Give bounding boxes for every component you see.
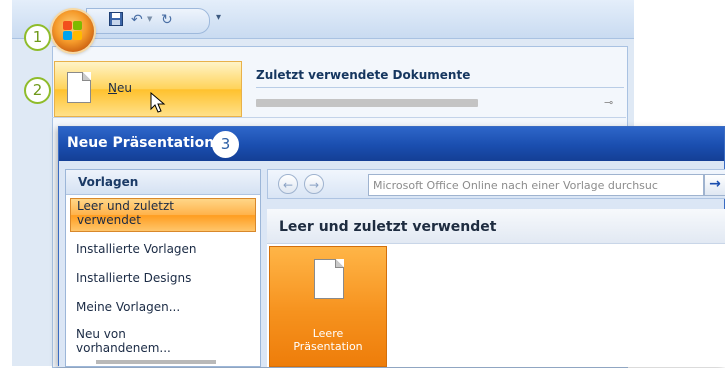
back-arrow-icon[interactable]: ← bbox=[278, 174, 298, 194]
callout-3: 3 bbox=[212, 131, 239, 158]
new-menu-item[interactable]: Neu bbox=[54, 61, 242, 117]
save-icon-glyph bbox=[109, 12, 123, 26]
dialog-title-bar: Neue Präsentation 3 bbox=[59, 127, 724, 161]
template-new-from-existing[interactable]: Neu von vorhandenem... bbox=[70, 327, 256, 355]
redo-icon[interactable]: ↻ bbox=[161, 12, 173, 28]
pin-icon[interactable]: ⊸ bbox=[604, 96, 613, 109]
template-browser: ← → → Leer und zuletzt verwendet LeerePr… bbox=[267, 169, 725, 367]
new-menu-label: Neu bbox=[108, 81, 132, 95]
section-header: Leer und zuletzt verwendet bbox=[267, 209, 725, 244]
blank-presentation-tile[interactable]: Leere Präsentation bbox=[269, 246, 387, 367]
forward-arrow-icon[interactable]: → bbox=[304, 174, 324, 194]
quick-access-toolbar-buttons: ↶ ▼ ↻ bbox=[86, 8, 210, 34]
office-button[interactable] bbox=[52, 10, 94, 52]
callout-1: 1 bbox=[24, 24, 51, 51]
templates-pane: Vorlagen Leer und zuletzt verwendet Insta… bbox=[65, 169, 261, 367]
template-items: Leere Präsentation bbox=[267, 244, 725, 367]
go-arrow-icon[interactable]: → bbox=[704, 174, 725, 196]
undo-icon[interactable]: ↶ bbox=[131, 12, 143, 28]
dialog-body: Vorlagen Leer und zuletzt verwendet Insta… bbox=[59, 161, 725, 367]
new-presentation-dialog: Neue Präsentation 3 Vorlagen Leer und zu… bbox=[58, 126, 725, 367]
undo-dropdown-icon[interactable]: ▼ bbox=[147, 15, 152, 23]
template-installed-templates[interactable]: Installierte Vorlagen bbox=[70, 242, 256, 256]
navigation-bar: ← → → bbox=[267, 169, 725, 199]
divider bbox=[52, 117, 626, 118]
blank-document-icon bbox=[314, 259, 344, 299]
templates-header: Vorlagen bbox=[66, 170, 260, 195]
recent-documents-header: Zuletzt verwendete Dokumente bbox=[256, 68, 471, 82]
recent-document-item[interactable] bbox=[256, 99, 478, 107]
mouse-cursor-icon bbox=[150, 92, 166, 113]
template-my-templates[interactable]: Meine Vorlagen... bbox=[70, 300, 256, 314]
divider bbox=[256, 87, 624, 88]
dialog-title: Neue Präsentation bbox=[67, 135, 215, 151]
blank-presentation-label: Leere Präsentation bbox=[293, 327, 363, 353]
templates-scrollbar[interactable] bbox=[96, 360, 216, 364]
blank-document-icon bbox=[67, 72, 91, 103]
office-logo-icon bbox=[63, 21, 83, 41]
template-search-input[interactable] bbox=[368, 174, 704, 196]
callout-2: 2 bbox=[24, 77, 51, 104]
save-icon[interactable] bbox=[109, 12, 123, 30]
customize-qat-icon[interactable]: ▾ bbox=[216, 13, 221, 23]
template-blank-recent[interactable]: Leer und zuletzt verwendet bbox=[70, 198, 256, 232]
template-installed-designs[interactable]: Installierte Designs bbox=[70, 271, 256, 285]
